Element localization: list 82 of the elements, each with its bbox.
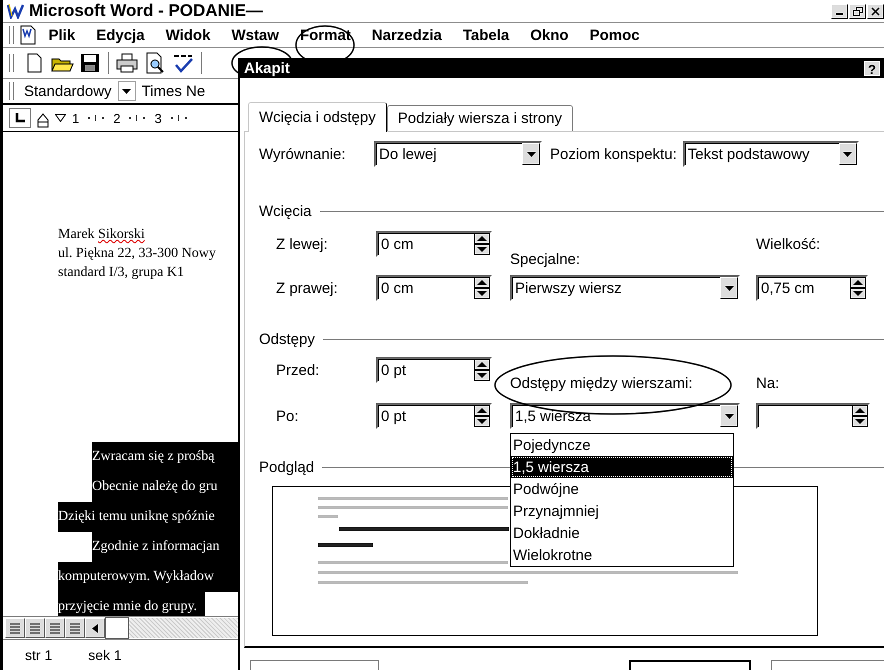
document-icon[interactable] (18, 25, 38, 45)
dropdown-option[interactable]: 1,5 wiersza (511, 456, 733, 478)
restore-button[interactable] (849, 4, 866, 18)
menu-item[interactable]: Format (289, 26, 362, 44)
lines-icon (69, 622, 81, 634)
lines-icon (29, 622, 41, 634)
dropdown-arrow-icon (724, 414, 734, 418)
outline-view-button[interactable] (65, 618, 85, 638)
menu-item[interactable]: Narzedzia (361, 26, 452, 44)
ruler-number: 1 (72, 110, 80, 126)
scrollbar-thumb[interactable] (105, 617, 129, 639)
spin-arrows-icon[interactable] (474, 405, 490, 427)
field-label: Wyrównanie: (259, 146, 347, 162)
app-icon (7, 3, 25, 19)
field-label: Poziom konspektu: (550, 146, 677, 162)
normal-view-button[interactable] (5, 618, 25, 638)
status-text: str 1 (25, 647, 52, 663)
lines-icon (49, 622, 61, 634)
spin-arrows-icon[interactable] (474, 277, 490, 299)
print-icon[interactable] (115, 51, 139, 75)
ruler-number: 3 (154, 110, 162, 126)
field-label: Specjalne: (510, 251, 582, 268)
close-icon (871, 6, 880, 16)
spin-field[interactable]: 0 cm (376, 231, 492, 257)
help-button[interactable]: ? (864, 60, 880, 76)
field-label: Z lewej: (276, 236, 329, 252)
tab-stop-selector[interactable] (9, 108, 31, 128)
scroll-left-button[interactable] (85, 618, 105, 638)
lines-icon (9, 622, 21, 634)
first-line-indent-icon[interactable] (55, 114, 66, 122)
spin-arrows-icon[interactable] (852, 405, 868, 427)
field-label: Po: (276, 408, 300, 424)
menu-item[interactable]: Wstaw (220, 26, 290, 44)
spin-field[interactable]: 0 cm (376, 275, 492, 301)
close-button[interactable] (867, 4, 884, 18)
menu-item[interactable]: Tabela (452, 26, 520, 44)
field-label: Wielkość: (756, 236, 822, 252)
dropdown-field[interactable]: Tekst podstawowy (682, 141, 859, 167)
status-text: sek 1 (88, 647, 122, 663)
document-text-line: standard I/3, grupa K1 (58, 264, 185, 282)
menu-item[interactable]: Pomoc (579, 26, 650, 44)
field-label: Na: (756, 375, 780, 392)
menu-item[interactable]: Okno (520, 26, 580, 44)
menu-item[interactable]: Widok (155, 26, 221, 44)
field-label: Z prawej: (276, 280, 339, 296)
spin-field[interactable]: 0 pt (376, 357, 492, 383)
group-heading: Podgląd (259, 458, 314, 476)
dropdown-arrow-icon (843, 152, 852, 156)
font-dropdown[interactable]: Times Ne (140, 82, 208, 100)
document-text-line: Marek Sikorski (58, 226, 146, 244)
document-text-line: ul. Piękna 22, 33-300 Nowy (58, 245, 217, 263)
group-heading: Wcięcia (259, 202, 312, 220)
window-title: Microsoft Word - PODANIE— (29, 1, 263, 21)
spin-field[interactable] (756, 403, 870, 429)
dialog-title: Akapit (244, 60, 290, 76)
dropdown-arrow-icon (724, 286, 734, 290)
save-icon[interactable] (78, 51, 102, 75)
menu-item[interactable]: Plik (38, 26, 86, 44)
spin-arrows-icon[interactable] (474, 359, 490, 381)
spin-field[interactable]: 0,75 cm (756, 275, 868, 301)
dropdown-field[interactable]: 1,5 wiersza (510, 403, 740, 429)
spin-field[interactable]: 0 pt (376, 403, 492, 429)
style-dropdown[interactable]: Standardowy (22, 82, 114, 100)
dropdown-field[interactable]: Pierwszy wiersz (510, 275, 740, 301)
dropdown-field[interactable]: Do lewej (374, 141, 542, 167)
web-view-button[interactable] (25, 618, 45, 638)
minimize-button[interactable] (831, 4, 848, 18)
spin-arrows-icon[interactable] (850, 277, 866, 299)
page-view-button[interactable] (45, 618, 65, 638)
tab[interactable]: Podziały wiersza i strony (386, 105, 573, 131)
ruler-number: 2 (113, 110, 120, 126)
field-label: Odstępy między wierszami: (510, 375, 694, 392)
restore-icon (852, 6, 862, 16)
left-tab-icon (15, 113, 25, 123)
spin-arrows-icon[interactable] (474, 233, 490, 255)
group-heading: Odstępy (259, 330, 315, 348)
menu-item[interactable]: Edycja (86, 26, 156, 44)
dropdown-arrow-icon (122, 88, 132, 94)
left-arrow-icon (92, 624, 98, 632)
tab[interactable]: Wcięcia i odstępy (248, 102, 387, 132)
field-label: Przed: (276, 362, 320, 378)
dropdown-arrow-icon (526, 152, 536, 156)
